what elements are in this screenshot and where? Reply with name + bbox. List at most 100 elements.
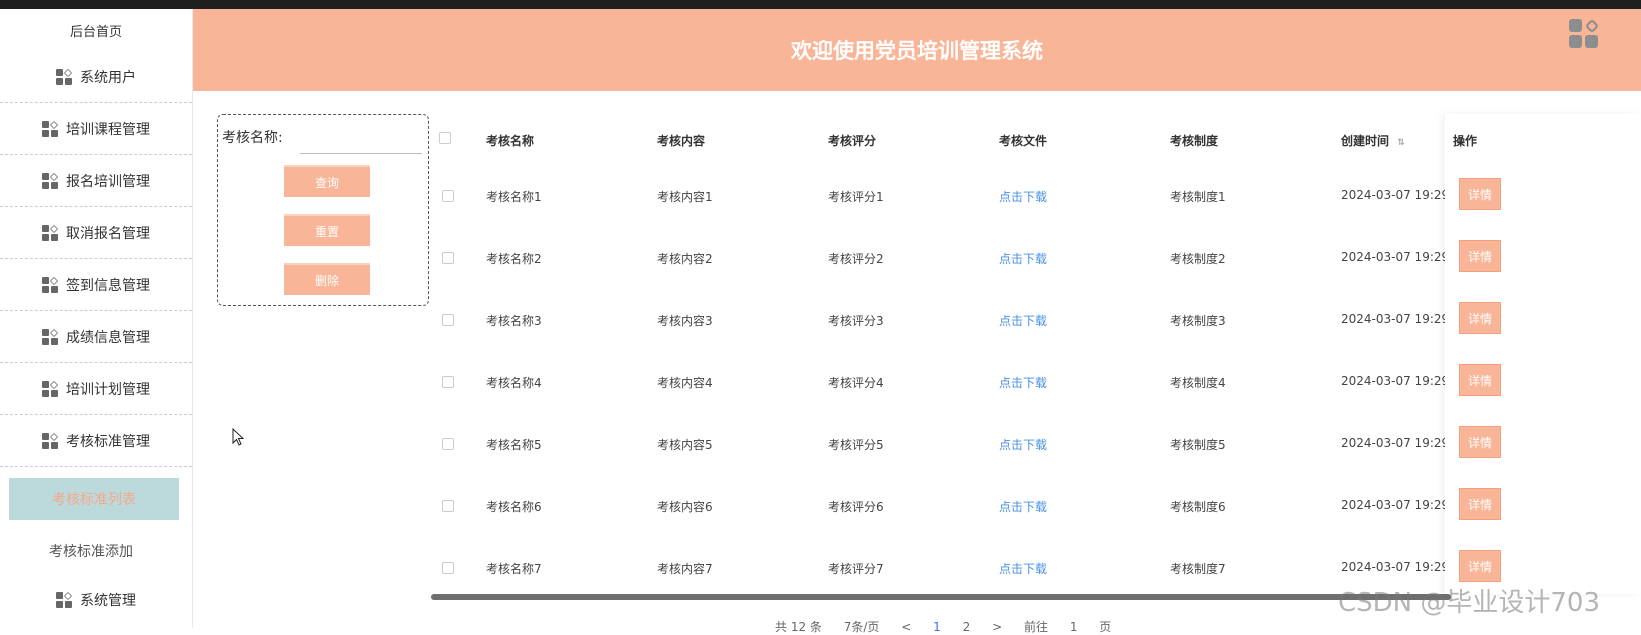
row-checkbox[interactable] [442, 190, 454, 202]
download-link[interactable]: 点击下载 [999, 312, 1047, 329]
row-checkbox[interactable] [442, 252, 454, 264]
row-checkbox[interactable] [442, 500, 454, 512]
cell-score: 考核评分4 [828, 376, 884, 390]
download-link[interactable]: 点击下载 [999, 250, 1047, 267]
horizontal-scrollbar[interactable] [431, 594, 1451, 600]
sidebar-item-label: 系统用户 [80, 69, 136, 86]
menu-grid-icon [42, 276, 59, 293]
row-checkbox[interactable] [442, 562, 454, 574]
cell-score: 考核评分6 [828, 500, 884, 514]
detail-button[interactable]: 详情 [1459, 550, 1501, 582]
sidebar-item-label: 考核标准管理 [66, 433, 150, 450]
search-label: 考核名称: [222, 130, 283, 146]
cell-created: 2024-03-07 19:29:5 [1341, 374, 1461, 388]
cell-system: 考核制度7 [1170, 562, 1226, 576]
detail-button[interactable]: 详情 [1459, 302, 1501, 334]
cell-created: 2024-03-07 19:29:5 [1341, 436, 1461, 450]
page-2-button[interactable]: 2 [963, 620, 971, 634]
detail-button[interactable]: 详情 [1459, 240, 1501, 272]
menu-grid-icon [42, 432, 59, 449]
sidebar-item-registration[interactable]: 报名培训管理 [0, 155, 192, 207]
cell-name: 考核名称5 [486, 438, 542, 452]
delete-button[interactable]: 删除 [284, 263, 370, 295]
sidebar-item-label: 培训课程管理 [66, 121, 150, 138]
detail-button[interactable]: 详情 [1459, 178, 1501, 210]
search-panel: 考核名称: 查询 重置 删除 [217, 114, 429, 306]
reset-button[interactable]: 重置 [284, 214, 370, 246]
cell-system: 考核制度4 [1170, 376, 1226, 390]
sidebar-item-cancel-registration[interactable]: 取消报名管理 [0, 207, 192, 259]
cell-system: 考核制度2 [1170, 252, 1226, 266]
select-all-checkbox[interactable] [439, 132, 451, 144]
sidebar-item-scores[interactable]: 成绩信息管理 [0, 311, 192, 363]
cell-content: 考核内容4 [657, 376, 713, 390]
avatar-icon[interactable] [1569, 18, 1600, 49]
header-bar: 欢迎使用党员培训管理系统 [193, 9, 1641, 91]
mouse-cursor-icon [232, 427, 245, 450]
cell-created: 2024-03-07 19:29:5 [1341, 560, 1461, 574]
download-link[interactable]: 点击下载 [999, 560, 1047, 577]
next-page-button[interactable]: > [992, 620, 1002, 634]
cell-name: 考核名称1 [486, 190, 542, 204]
cell-name: 考核名称2 [486, 252, 542, 266]
cell-system: 考核制度5 [1170, 438, 1226, 452]
detail-button[interactable]: 详情 [1459, 364, 1501, 396]
column-header-file: 考核文件 [999, 134, 1048, 148]
sidebar-item-signin[interactable]: 签到信息管理 [0, 259, 192, 311]
download-link[interactable]: 点击下载 [999, 498, 1047, 515]
sidebar-item-courses[interactable]: 培训课程管理 [0, 103, 192, 155]
search-input[interactable] [300, 133, 422, 154]
sidebar-item-label: 培训计划管理 [66, 381, 150, 398]
cell-system: 考核制度3 [1170, 314, 1226, 328]
sidebar-subitem-assessment-add[interactable]: 考核标准添加 [0, 541, 182, 561]
menu-grid-icon [56, 591, 73, 608]
cell-content: 考核内容1 [657, 190, 713, 204]
page-1-button[interactable]: 1 [933, 620, 941, 634]
column-header-name: 考核名称 [486, 134, 535, 148]
cell-content: 考核内容7 [657, 562, 713, 576]
column-header-created[interactable]: 创建时间 ⇅ [1341, 132, 1405, 149]
operations-column: 操作 详情 详情 详情 详情 详情 详情 详情 [1445, 114, 1641, 594]
cell-name: 考核名称7 [486, 562, 542, 576]
menu-grid-icon [42, 328, 59, 345]
window-top-bar [0, 0, 1641, 9]
detail-button[interactable]: 详情 [1459, 426, 1501, 458]
cell-created: 2024-03-07 19:29:5 [1341, 250, 1461, 264]
query-button[interactable]: 查询 [284, 165, 370, 197]
cell-content: 考核内容2 [657, 252, 713, 266]
cell-name: 考核名称3 [486, 314, 542, 328]
pagination-total: 共 12 条 [775, 620, 822, 634]
cell-system: 考核制度6 [1170, 500, 1226, 514]
sidebar-item-system-users[interactable]: 系统用户 [0, 51, 192, 103]
download-link[interactable]: 点击下载 [999, 188, 1047, 205]
download-link[interactable]: 点击下载 [999, 374, 1047, 391]
cell-content: 考核内容6 [657, 500, 713, 514]
sidebar-home-link[interactable]: 后台首页 [0, 21, 192, 40]
cell-name: 考核名称6 [486, 500, 542, 514]
goto-input[interactable]: 1 [1070, 620, 1078, 634]
menu-grid-icon [42, 380, 59, 397]
cell-score: 考核评分3 [828, 314, 884, 328]
cell-score: 考核评分7 [828, 562, 884, 576]
sidebar-item-system-admin[interactable]: 系统管理 [0, 574, 192, 626]
sidebar-item-plans[interactable]: 培训计划管理 [0, 363, 192, 415]
watermark: CSDN @毕业设计703 [1338, 588, 1601, 618]
sort-icon[interactable]: ⇅ [1397, 138, 1405, 148]
cell-system: 考核制度1 [1170, 190, 1226, 204]
sidebar-item-label: 取消报名管理 [66, 225, 150, 242]
sidebar-subitem-assessment-list[interactable]: 考核标准列表 [9, 478, 179, 520]
row-checkbox[interactable] [442, 438, 454, 450]
sidebar-item-label: 系统管理 [80, 593, 136, 609]
detail-button[interactable]: 详情 [1459, 488, 1501, 520]
page-size-select[interactable]: 7条/页 [844, 620, 880, 634]
download-link[interactable]: 点击下载 [999, 436, 1047, 453]
sidebar-item-label: 成绩信息管理 [66, 329, 150, 346]
row-checkbox[interactable] [442, 314, 454, 326]
row-checkbox[interactable] [442, 376, 454, 388]
cell-score: 考核评分2 [828, 252, 884, 266]
cell-content: 考核内容5 [657, 438, 713, 452]
sidebar-item-label: 签到信息管理 [66, 277, 150, 294]
cell-created: 2024-03-07 19:29:5 [1341, 498, 1461, 512]
sidebar-item-assessment[interactable]: 考核标准管理 [0, 415, 192, 467]
prev-page-button[interactable]: < [901, 620, 911, 634]
